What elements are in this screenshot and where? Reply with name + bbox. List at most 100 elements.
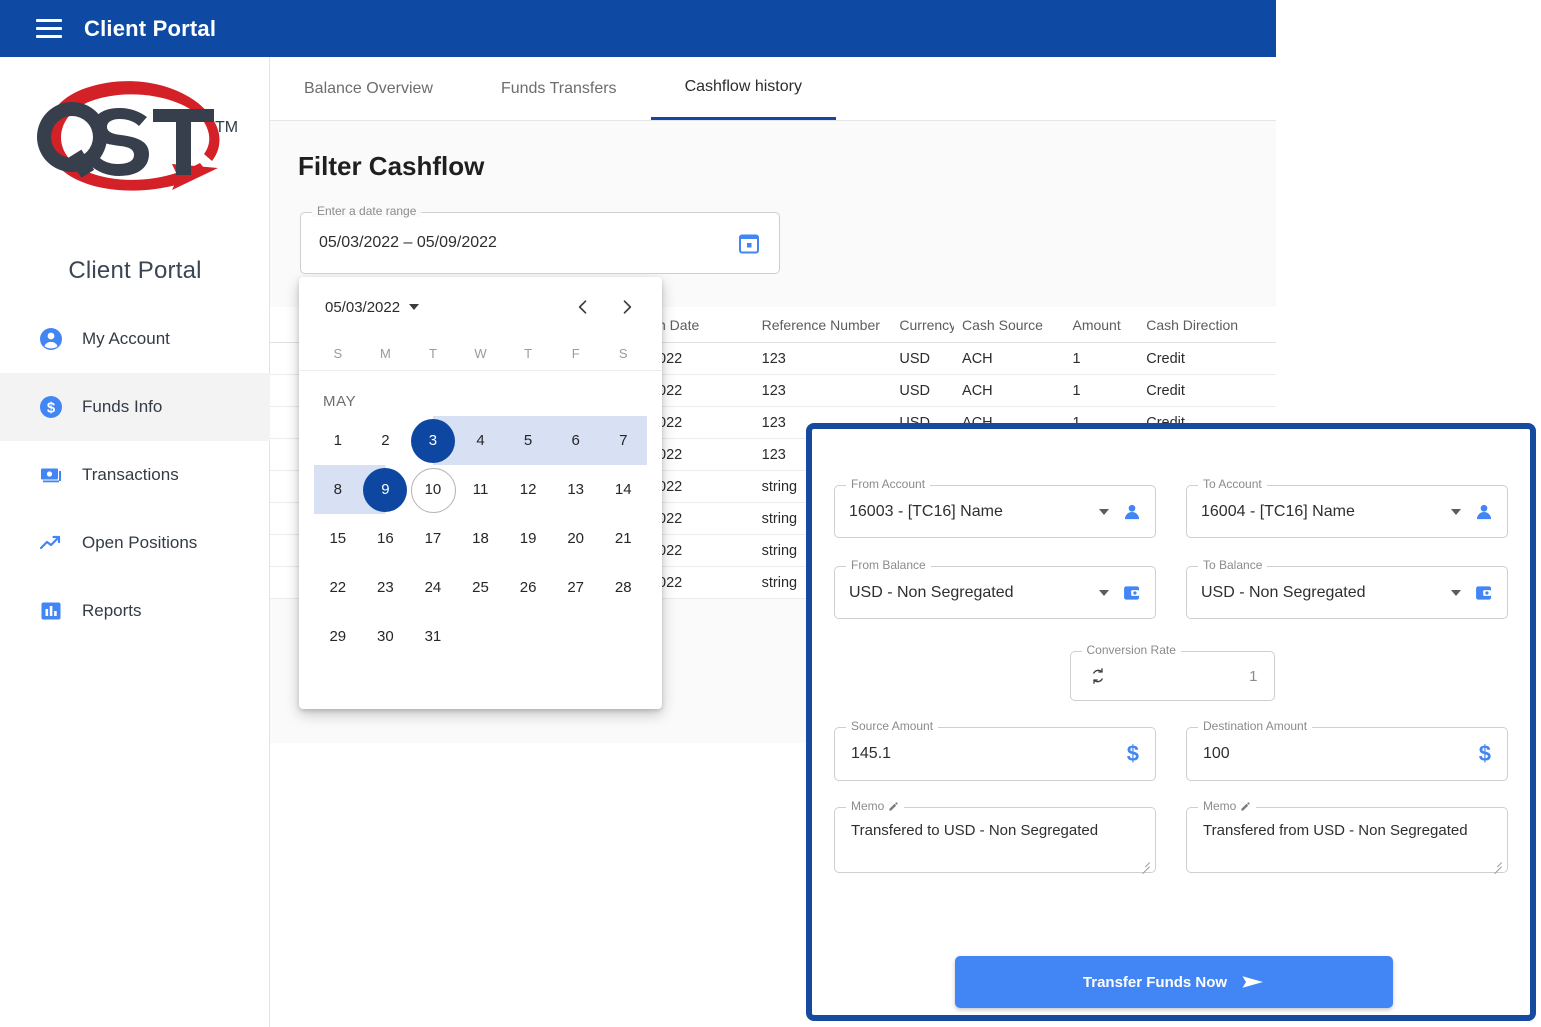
calendar-day[interactable]: 23 <box>362 563 410 612</box>
destination-amount-value: 100 <box>1203 745 1230 762</box>
calendar-day[interactable]: 2 <box>362 416 410 465</box>
from-balance-select[interactable]: From Balance USD - Non Segregated <box>834 559 1156 619</box>
sidebar-item-label: My Account <box>82 329 170 348</box>
calendar-day[interactable]: 26 <box>504 563 552 612</box>
calendar-day[interactable]: 16 <box>362 514 410 563</box>
column-header-currency[interactable]: Currency <box>891 317 954 333</box>
source-amount-label: Source Amount <box>846 720 939 732</box>
calendar-week: 1 2 3 4 5 6 7 <box>314 416 648 465</box>
calendar-day-selected-start[interactable]: 3 <box>409 416 457 465</box>
sidebar-item-reports[interactable]: Reports <box>0 577 270 645</box>
brand-caption: Client Portal <box>68 257 202 284</box>
from-account-label: From Account <box>846 478 931 490</box>
resize-handle[interactable] <box>1139 857 1150 875</box>
dollar-circle-icon: $ <box>38 394 64 420</box>
column-header-amount[interactable]: Amount <box>1064 317 1138 333</box>
calendar-day[interactable]: 29 <box>314 612 362 661</box>
source-amount-value: 145.1 <box>851 745 892 762</box>
calendar-day[interactable]: 20 <box>552 514 600 563</box>
transfer-funds-now-label: Transfer Funds Now <box>1082 973 1228 991</box>
column-header-cash-source[interactable]: Cash Source <box>954 317 1064 333</box>
calendar-day[interactable]: 6 <box>551 416 600 465</box>
chevron-left-icon[interactable] <box>572 296 594 318</box>
weekday-label: T <box>428 346 437 361</box>
from-memo-textarea[interactable]: Memo Transfered to USD - Non Segregated <box>834 800 1156 875</box>
calendar-day[interactable]: 31 <box>409 612 457 661</box>
calendar-day[interactable]: 25 <box>457 563 505 612</box>
sidebar-item-my-account[interactable]: My Account <box>0 305 270 373</box>
app-header: Client Portal <box>0 0 1276 57</box>
hamburger-menu-icon[interactable] <box>36 19 62 38</box>
calendar-period-label: 05/03/2022 <box>325 298 401 316</box>
calendar-day[interactable]: 15 <box>314 514 362 563</box>
bar-chart-icon <box>38 598 64 624</box>
calendar-day[interactable]: 24 <box>409 563 457 612</box>
tab-funds-transfers[interactable]: Funds Transfers <box>467 57 651 120</box>
tab-cashflow-history[interactable]: Cashflow history <box>650 57 836 120</box>
qst-logo-icon <box>37 81 220 191</box>
calendar-day[interactable]: 12 <box>504 465 552 514</box>
calendar-day[interactable]: 13 <box>552 465 600 514</box>
memo-label-text: Memo <box>1203 799 1237 813</box>
to-memo-textarea[interactable]: Memo Transfered from USD - Non Segregate… <box>1186 800 1508 875</box>
column-header-reference-number[interactable]: Reference Number <box>754 317 892 333</box>
calendar-day[interactable]: 4 <box>456 416 505 465</box>
calendar-icon[interactable] <box>737 231 761 255</box>
calendar-day[interactable]: 22 <box>314 563 362 612</box>
wallet-icon <box>1121 582 1143 604</box>
calendar-day[interactable]: 18 <box>457 514 505 563</box>
calendar-day[interactable]: 19 <box>504 514 552 563</box>
transfer-funds-dialog: From Account 16003 - [TC16] Name To Acco… <box>806 423 1536 1021</box>
chevron-down-icon <box>1099 589 1109 596</box>
sidebar-item-open-positions[interactable]: Open Positions <box>0 509 270 577</box>
calendar-day[interactable]: 17 <box>409 514 457 563</box>
cell-source: ACH <box>962 382 993 399</box>
calendar-day[interactable]: 28 <box>599 563 647 612</box>
page-title: Filter Cashflow <box>298 151 485 181</box>
tab-balance-overview[interactable]: Balance Overview <box>270 57 467 120</box>
resize-handle[interactable] <box>1491 857 1502 875</box>
calendar-day[interactable]: 5 <box>504 416 552 465</box>
chevron-down-icon <box>409 304 420 310</box>
cell-direction: Credit <box>1146 382 1185 399</box>
to-balance-select[interactable]: To Balance USD - Non Segregated <box>1186 559 1508 619</box>
cell-currency: USD <box>899 350 931 367</box>
cell-reference: 123 <box>761 382 786 399</box>
chevron-right-icon[interactable] <box>616 296 638 318</box>
sidebar-item-transactions[interactable]: Transactions <box>0 441 270 509</box>
destination-amount-input[interactable]: Destination Amount 100 $ <box>1186 720 1508 781</box>
calendar-day-empty <box>457 612 505 661</box>
calendar-week: 15 16 17 18 19 20 21 <box>314 514 647 563</box>
transfer-funds-now-button[interactable]: Transfer Funds Now <box>955 956 1393 1008</box>
date-range-field[interactable]: Enter a date range 05/03/2022 – 05/09/20… <box>300 205 780 274</box>
account-circle-icon <box>38 326 64 352</box>
calendar-day[interactable]: 1 <box>314 416 362 465</box>
calendar-week: 8 9 10 11 12 13 14 <box>314 465 647 514</box>
cell-source: ACH <box>962 350 993 367</box>
from-account-select[interactable]: From Account 16003 - [TC16] Name <box>834 478 1156 538</box>
app-root: Client Portal TM Client Portal My Accoun… <box>0 0 1541 1027</box>
calendar-day-selected-end[interactable]: 9 <box>361 465 410 514</box>
calendar-period-button[interactable]: 05/03/2022 <box>325 298 420 316</box>
to-account-select[interactable]: To Account 16004 - [TC16] Name <box>1186 478 1508 538</box>
calendar-day-today[interactable]: 10 <box>409 465 457 514</box>
calendar-day[interactable]: 11 <box>457 465 505 514</box>
cell-reference: 123 <box>761 350 786 367</box>
calendar-day[interactable]: 8 <box>314 465 362 514</box>
calendar-day[interactable]: 27 <box>552 563 600 612</box>
calendar-day[interactable]: 7 <box>599 416 648 465</box>
calendar-day[interactable]: 21 <box>599 514 647 563</box>
conversion-rate-field[interactable]: Conversion Rate 1 <box>1069 644 1275 701</box>
sidebar-item-label: Open Positions <box>82 533 198 552</box>
source-amount-input[interactable]: Source Amount 145.1 $ <box>834 720 1156 781</box>
from-account-value: 16003 - [TC16] Name <box>849 502 1003 520</box>
calendar-grid: 1 2 3 4 5 6 7 8 9 10 11 12 13 14 15 16 1… <box>299 416 662 661</box>
column-header-cash-direction[interactable]: Cash Direction <box>1138 317 1276 333</box>
date-range-picker: 05/03/2022 S M T W T F S MAY 1 2 3 4 5 6… <box>299 277 662 709</box>
calendar-day-empty <box>599 612 647 661</box>
sidebar-item-funds-info[interactable]: $ Funds Info <box>0 373 270 441</box>
dollar-sign-icon: $ <box>1478 741 1491 766</box>
calendar-day[interactable]: 30 <box>362 612 410 661</box>
transfer-form: From Account 16003 - [TC16] Name To Acco… <box>834 478 1510 875</box>
calendar-day[interactable]: 14 <box>599 465 647 514</box>
